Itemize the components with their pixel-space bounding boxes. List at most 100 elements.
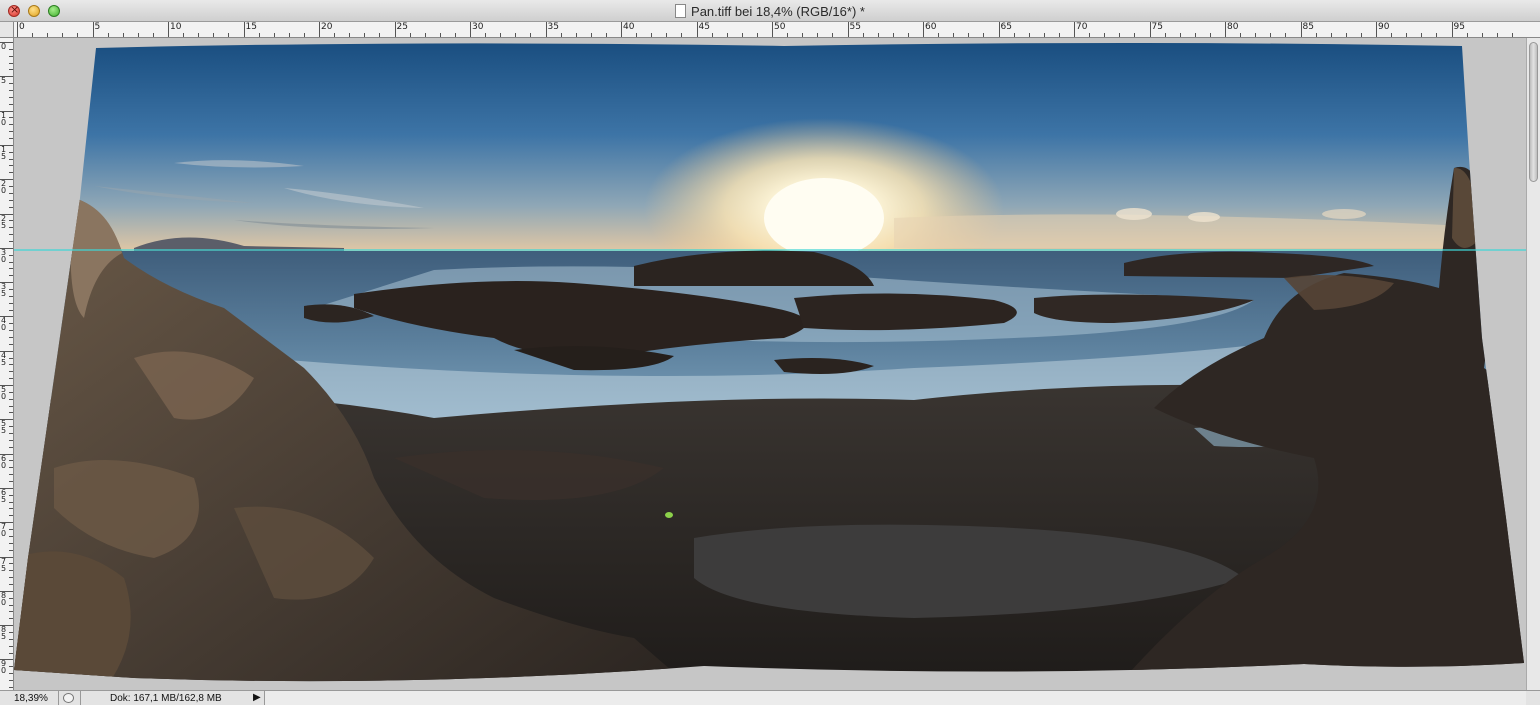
ruler-tick — [651, 33, 653, 37]
ruler-tick — [1451, 22, 1453, 37]
ruler-tick — [515, 33, 517, 37]
ruler-label: 5 — [94, 22, 101, 32]
status-divider — [80, 691, 81, 705]
ruler-tick — [1028, 33, 1030, 37]
ruler-tick — [9, 62, 13, 64]
vertical-scrollbar[interactable] — [1526, 38, 1540, 690]
ruler-tick — [9, 494, 13, 496]
ruler-tick — [288, 33, 290, 37]
ruler-label: 85 — [1302, 22, 1314, 32]
ruler-tick — [213, 33, 215, 37]
ruler-tick — [787, 33, 789, 37]
ruler-tick — [243, 22, 245, 37]
ruler-label: 50 — [774, 22, 786, 32]
ruler-label: 70 — [1076, 22, 1088, 32]
ruler-tick — [9, 309, 13, 311]
ruler-tick — [9, 583, 13, 585]
ruler-tick — [1104, 33, 1106, 37]
ruler-tick — [152, 33, 154, 37]
ruler-tick — [9, 604, 13, 606]
ruler-tick — [726, 33, 728, 37]
window-title-text: Pan.tiff bei 18,4% (RGB/16*) * — [691, 4, 865, 19]
status-divider — [58, 691, 59, 705]
ruler-tick — [9, 131, 13, 133]
ruler-tick — [756, 33, 758, 37]
ruler-tick — [9, 460, 13, 462]
ruler-tick — [32, 33, 34, 37]
ruler-tick — [9, 570, 13, 572]
ruler-tick — [454, 33, 456, 37]
ruler-tick — [349, 33, 351, 37]
ruler-label: 40 — [623, 22, 635, 32]
ruler-tick — [9, 69, 13, 71]
ruler-tick — [334, 33, 336, 37]
ruler-tick — [1330, 33, 1332, 37]
ruler-tick — [1194, 33, 1196, 37]
ruler-tick — [9, 240, 13, 242]
ruler-label: 75 — [1151, 22, 1163, 32]
vertical-ruler[interactable]: 0 5 10 15 20 25 30 35 40 45 50 55 60 65 70 75 80 85 90 — [0, 38, 14, 690]
ruler-tick — [9, 227, 13, 229]
status-menu-arrow-icon[interactable]: ▶ — [253, 692, 261, 703]
ruler-tick — [1134, 33, 1136, 37]
ruler-tick — [983, 33, 985, 37]
zoom-level[interactable]: 18,39% — [14, 693, 48, 704]
ruler-tick — [1466, 33, 1468, 37]
ruler-tick — [9, 535, 13, 537]
status-info-icon[interactable] — [63, 693, 74, 703]
ruler-tick — [183, 33, 185, 37]
ruler-tick — [9, 577, 13, 579]
ruler-tick — [9, 515, 13, 517]
ruler-label: 20 — [321, 22, 333, 32]
ruler-tick — [9, 138, 13, 140]
ruler-tick — [9, 220, 13, 222]
ruler-tick — [77, 33, 79, 37]
ruler-label: 35 — [1, 282, 7, 299]
ruler-tick — [817, 33, 819, 37]
ruler-tick — [1089, 33, 1091, 37]
horizontal-ruler[interactable]: 0 5 10 15 20 25 30 35 40 45 50 55 60 65 70 75 80 85 90 95 — [0, 22, 1540, 38]
document-canvas[interactable] — [14, 38, 1526, 690]
ruler-label: 25 — [396, 22, 408, 32]
ruler-tick — [9, 330, 13, 332]
ruler-tick — [9, 426, 13, 428]
ruler-tick — [666, 33, 668, 37]
ruler-tick — [470, 22, 471, 37]
ruler-tick — [9, 529, 13, 531]
ruler-tick — [1179, 33, 1181, 37]
ruler-label: 15 — [1, 144, 7, 161]
ruler-tick — [847, 22, 849, 37]
ruler-tick — [9, 398, 13, 400]
ruler-tick — [9, 302, 13, 304]
ruler-tick — [485, 33, 487, 37]
ruler-tick — [1496, 33, 1498, 37]
ruler-tick — [9, 288, 13, 290]
ruler-tick — [1058, 33, 1060, 37]
ruler-tick — [802, 33, 804, 37]
ruler-label: 45 — [1, 350, 7, 367]
vertical-scroll-thumb[interactable] — [1529, 42, 1538, 182]
ruler-tick — [9, 481, 13, 483]
ruler-tick — [1270, 33, 1272, 37]
ruler-tick — [9, 549, 13, 551]
ruler-tick — [364, 33, 366, 37]
ruler-tick — [9, 508, 13, 510]
ruler-tick — [9, 679, 13, 681]
document-size-info: Dok: 167,1 MB/162,8 MB — [110, 693, 222, 704]
ruler-tick — [9, 446, 13, 448]
ruler-tick — [9, 357, 13, 359]
ruler-label: 95 — [1453, 22, 1465, 32]
ruler-label: 55 — [1, 419, 7, 436]
ruler-tick — [9, 412, 13, 414]
ruler-tick — [772, 22, 773, 37]
ruler-tick — [379, 33, 381, 37]
ruler-tick — [1436, 33, 1438, 37]
ruler-tick — [1481, 33, 1483, 37]
ruler-tick — [9, 172, 13, 174]
ruler-label: 85 — [1, 625, 7, 642]
ruler-label: 40 — [1, 316, 7, 333]
ruler-tick — [953, 33, 955, 37]
horizontal-scrollbar[interactable] — [264, 691, 1526, 705]
ruler-tick — [9, 645, 13, 647]
ruler-origin-corner[interactable] — [0, 22, 14, 38]
